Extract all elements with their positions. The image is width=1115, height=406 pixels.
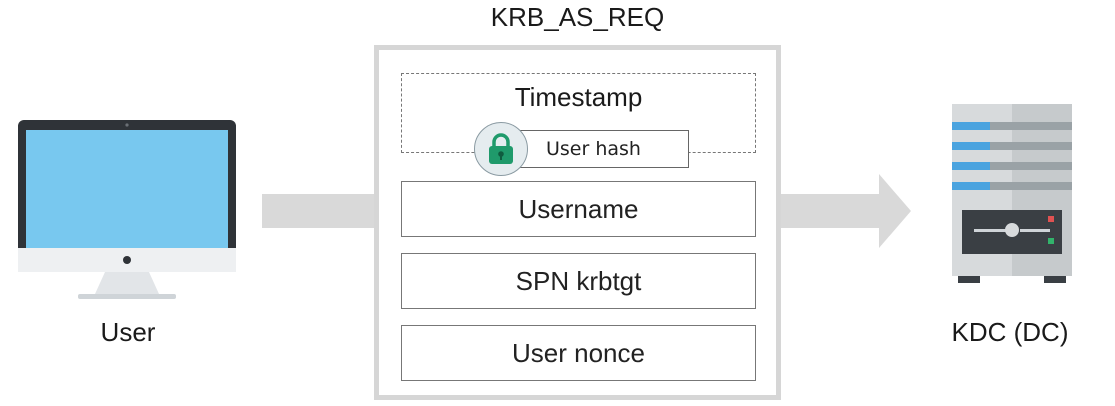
request-arrow-head xyxy=(879,174,911,248)
user-hash-label: User hash xyxy=(546,138,641,160)
user-nonce-label: User nonce xyxy=(512,337,645,368)
diagram-title: KRB_AS_REQ xyxy=(490,2,665,32)
server-tower-icon xyxy=(952,104,1072,284)
request-arrow-shaft xyxy=(778,194,880,228)
request-arrow-tail xyxy=(262,194,382,228)
desktop-computer-icon xyxy=(18,118,238,300)
user-label: User xyxy=(100,317,156,347)
krb-as-req-message: Timestamp User hash Username SPN krbtgt … xyxy=(374,45,781,400)
user-hash-box: User hash xyxy=(503,130,689,168)
username-label: Username xyxy=(518,193,639,224)
user-nonce-field: User nonce xyxy=(401,325,756,381)
timestamp-label: Timestamp xyxy=(514,82,643,112)
spn-krbtgt-label: SPN krbtgt xyxy=(515,265,642,296)
username-field: Username xyxy=(401,181,756,237)
kdc-label: KDC (DC) xyxy=(951,317,1069,347)
padlock-icon xyxy=(474,122,528,176)
spn-krbtgt-field: SPN krbtgt xyxy=(401,253,756,309)
